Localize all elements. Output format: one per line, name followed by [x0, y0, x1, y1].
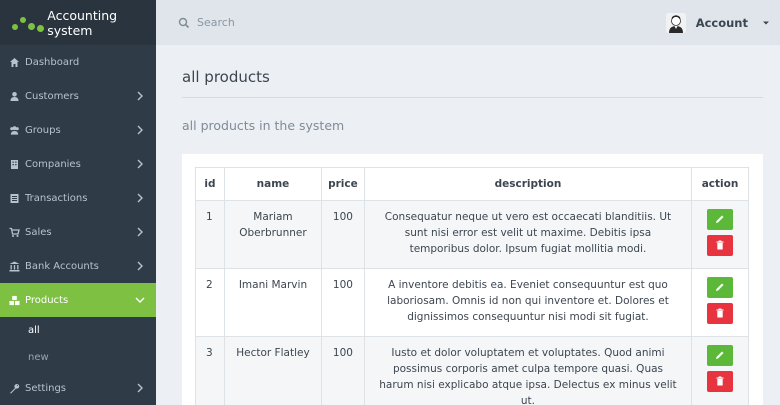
cell-action	[691, 200, 749, 269]
delete-button[interactable]	[707, 371, 734, 392]
chevron-down-icon	[135, 297, 145, 303]
bank-icon	[9, 261, 20, 272]
app-title: Accounting system	[47, 7, 118, 38]
chevron-right-icon	[137, 261, 143, 271]
sidebar-subitem-all[interactable]: all	[0, 317, 156, 344]
table-row: 2 Imani Marvin 100 A inventore debitis e…	[195, 268, 749, 337]
column-header-action: action	[691, 167, 749, 201]
cell-price: 100	[320, 268, 365, 337]
edit-button[interactable]	[707, 277, 734, 298]
list-icon	[9, 193, 20, 204]
cell-price: 100	[320, 200, 365, 269]
home-icon	[9, 57, 20, 68]
search-box	[178, 16, 397, 29]
sidebar-item-label: Customers	[25, 90, 79, 102]
sidebar-nav: Dashboard Customers Groups Companies Tra…	[0, 45, 156, 405]
sidebar-item-label: Products	[25, 294, 69, 306]
sidebar-item-settings[interactable]: Settings	[0, 371, 156, 405]
pencil-icon	[716, 283, 724, 291]
cell-description: Consequatur neque ut vero est occaecati …	[363, 200, 693, 269]
cell-description: Iusto et dolor voluptatem et voluptates.…	[363, 336, 693, 405]
sidebar-item-customers[interactable]: Customers	[0, 79, 156, 113]
cell-price: 100	[320, 336, 365, 405]
cell-name: Mariam Oberbrunner	[223, 200, 322, 269]
column-header-price: price	[320, 167, 365, 201]
column-header-name: name	[223, 167, 322, 201]
cart-icon	[9, 227, 20, 238]
sidebar-item-bank-accounts[interactable]: Bank Accounts	[0, 249, 156, 283]
sidebar-item-label: Groups	[25, 124, 61, 136]
table-header-row: id name price description action	[195, 167, 749, 201]
edit-button[interactable]	[707, 209, 734, 230]
sidebar-item-label: Companies	[25, 158, 81, 170]
sidebar-item-sales[interactable]: Sales	[0, 215, 156, 249]
sidebar-item-transactions[interactable]: Transactions	[0, 181, 156, 215]
products-card: id name price description action 1 Maria…	[182, 154, 763, 405]
table-row: 3 Hector Flatley 100 Iusto et dolor volu…	[195, 336, 749, 405]
top-bar: Account	[156, 0, 780, 45]
pencil-icon	[716, 351, 724, 359]
divider	[182, 97, 763, 98]
sidebar-item-groups[interactable]: Groups	[0, 113, 156, 147]
wrench-icon	[9, 383, 20, 394]
cell-id: 3	[195, 336, 225, 405]
sidebar: Accounting system Dashboard Customers Gr…	[0, 0, 156, 405]
trash-icon	[716, 376, 724, 386]
cell-name: Hector Flatley	[223, 336, 322, 405]
chevron-right-icon	[137, 91, 143, 101]
chevron-right-icon	[137, 227, 143, 237]
sidebar-item-dashboard[interactable]: Dashboard	[0, 45, 156, 79]
chevron-right-icon	[137, 383, 143, 393]
building-icon	[9, 159, 20, 170]
cell-id: 2	[195, 268, 225, 337]
search-input[interactable]	[197, 16, 397, 29]
sidebar-item-label: Bank Accounts	[25, 260, 99, 272]
sidebar-subitem-label: new	[28, 352, 49, 363]
search-icon	[178, 17, 190, 28]
cubes-icon	[9, 295, 20, 306]
cell-action	[691, 336, 749, 405]
sidebar-item-label: Dashboard	[25, 56, 80, 68]
products-table: id name price description action 1 Maria…	[195, 167, 749, 405]
sidebar-item-label: Sales	[25, 226, 52, 238]
cell-id: 1	[195, 200, 225, 269]
sidebar-subitem-label: all	[28, 325, 40, 336]
main-content: all products all products in the system …	[156, 45, 780, 405]
column-header-id: id	[195, 167, 225, 201]
sidebar-subitem-new[interactable]: new	[0, 344, 156, 371]
trash-icon	[716, 308, 724, 318]
cell-description: A inventore debitis ea. Eveniet consequu…	[363, 268, 693, 337]
delete-button[interactable]	[707, 303, 734, 324]
cell-action	[691, 268, 749, 337]
chevron-right-icon	[137, 159, 143, 169]
avatar	[665, 12, 686, 33]
sidebar-item-companies[interactable]: Companies	[0, 147, 156, 181]
user-icon	[9, 91, 20, 102]
page-title: all products	[182, 68, 270, 86]
table-row: 1 Mariam Oberbrunner 100 Consequatur neq…	[195, 200, 749, 269]
chevron-right-icon	[137, 193, 143, 203]
sidebar-item-label: Transactions	[25, 192, 88, 204]
trash-icon	[716, 240, 724, 250]
delete-button[interactable]	[707, 235, 734, 256]
account-label: Account	[695, 15, 748, 30]
pencil-icon	[716, 215, 724, 223]
page-subtitle: all products in the system	[182, 118, 345, 133]
edit-button[interactable]	[707, 345, 734, 366]
caret-down-icon	[763, 21, 769, 24]
sidebar-item-label: Settings	[25, 382, 67, 394]
brand[interactable]: Accounting system	[0, 0, 156, 45]
sidebar-item-products[interactable]: Products	[0, 283, 156, 317]
logo-icon	[12, 13, 44, 33]
users-icon	[9, 125, 20, 136]
chevron-right-icon	[137, 125, 143, 135]
cell-name: Imani Marvin	[223, 268, 322, 337]
account-menu[interactable]: Account	[665, 0, 770, 45]
column-header-description: description	[363, 167, 693, 201]
